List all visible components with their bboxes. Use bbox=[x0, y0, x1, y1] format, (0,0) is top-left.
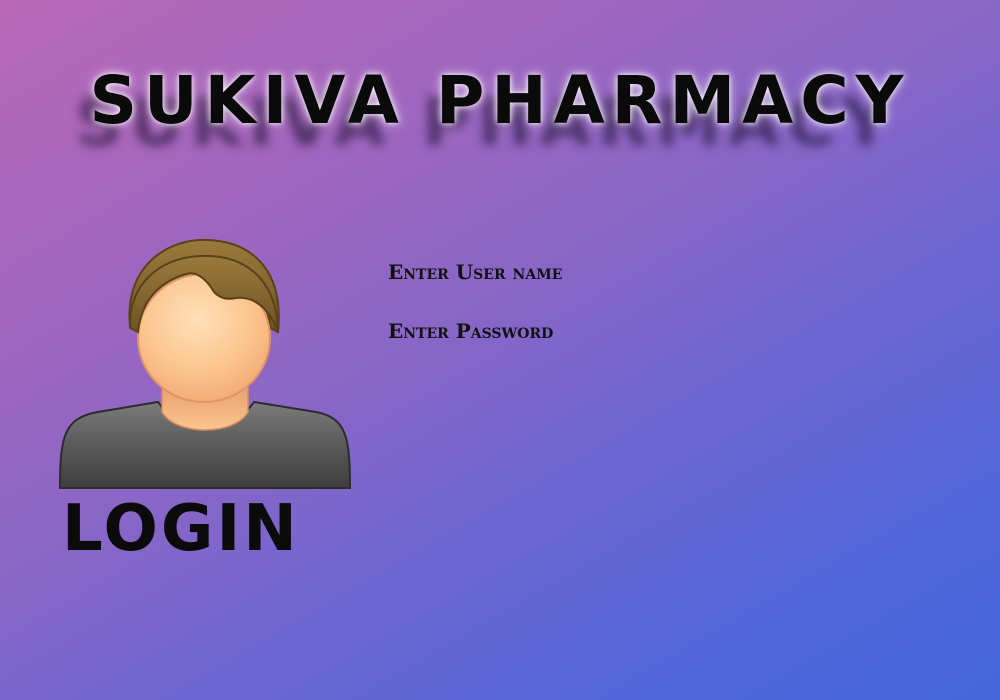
username-label: Enter User name bbox=[388, 260, 563, 284]
login-heading: LOGIN bbox=[62, 492, 300, 566]
app-title: SUKIVA PHARMACY bbox=[89, 62, 911, 139]
user-avatar-icon bbox=[58, 238, 352, 489]
password-label: Enter Password bbox=[388, 319, 554, 343]
